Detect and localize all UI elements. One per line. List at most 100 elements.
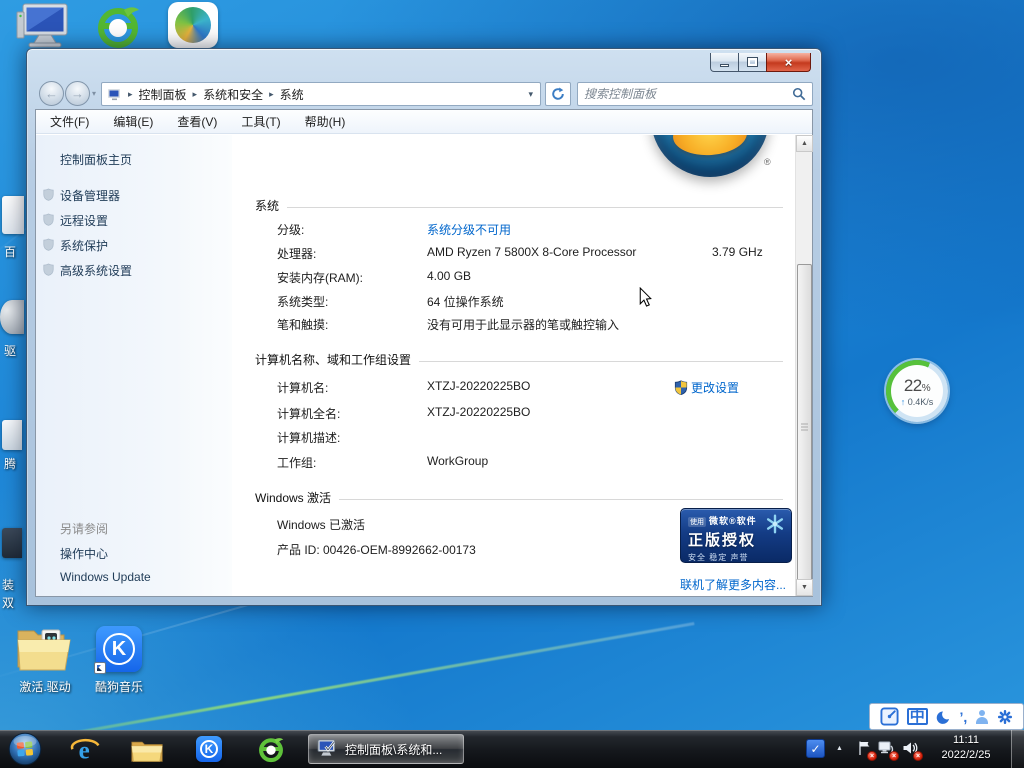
- minimize-button[interactable]: [710, 53, 739, 72]
- desktop-icon-fragment[interactable]: [2, 196, 24, 234]
- menu-file[interactable]: 文件(F): [50, 113, 89, 130]
- activation-status: Windows 已激活: [277, 516, 365, 533]
- sidebar-item-system-protection[interactable]: 系统保护: [36, 237, 226, 254]
- ime-logo-icon[interactable]: [880, 707, 899, 726]
- menu-edit[interactable]: 编辑(E): [113, 113, 153, 130]
- desktop-icon-kugou[interactable]: K 酷狗音乐: [84, 624, 154, 696]
- taskbar-clock[interactable]: 11:11 2022/2/25: [928, 733, 1004, 763]
- desktop-icon-driver-folder[interactable]: 激活.驱动: [6, 624, 84, 696]
- ime-punctuation-button[interactable]: ’,: [960, 709, 968, 725]
- search-icon[interactable]: [792, 87, 806, 101]
- sidebar-item-advanced-settings[interactable]: 高级系统设置: [36, 262, 226, 279]
- 360-browser-icon: [257, 735, 285, 763]
- kugou-icon: K: [96, 626, 142, 672]
- forward-button[interactable]: →: [65, 81, 90, 106]
- maximize-icon: [748, 58, 757, 66]
- taskbar-360-browser-button[interactable]: [257, 735, 285, 763]
- ime-chinese-mode-button[interactable]: 中: [907, 708, 928, 725]
- desktop-icon-360-browser[interactable]: [94, 4, 142, 48]
- sidebar-item-label: 系统保护: [60, 239, 108, 253]
- scrollbar-grip: [801, 424, 808, 431]
- taskbar-explorer-button[interactable]: [131, 738, 163, 763]
- taskbar-active-task-control-panel[interactable]: 控制面板\系统和...: [308, 734, 464, 764]
- back-button[interactable]: ←: [39, 81, 64, 106]
- taskbar-ie-button[interactable]: e: [70, 735, 100, 765]
- desktop-icon-fragment[interactable]: [2, 528, 22, 558]
- menu-help[interactable]: 帮助(H): [305, 113, 346, 130]
- network-speed-ball[interactable]: 22% ↑ 0.4K/s: [886, 360, 948, 422]
- desktop-icon-fragment[interactable]: [2, 420, 22, 450]
- change-settings-label: 更改设置: [691, 379, 739, 396]
- ime-settings-gear-icon[interactable]: [997, 709, 1013, 725]
- change-settings-link[interactable]: 更改设置: [674, 379, 739, 396]
- active-task-label: 控制面板\系统和...: [345, 741, 442, 758]
- address-dropdown-icon[interactable]: ▾: [526, 89, 535, 100]
- rating-link[interactable]: 系统分级不可用: [427, 221, 511, 238]
- desktop-icon-computer[interactable]: [16, 2, 70, 48]
- uac-shield-icon: [43, 238, 54, 251]
- control-panel-icon: [107, 88, 122, 101]
- tray-expand-icon[interactable]: ▲: [836, 745, 843, 752]
- learn-more-online-link[interactable]: 联机了解更多内容...: [680, 576, 786, 593]
- product-id: 产品 ID: 00426-OEM-8992662-00173: [277, 541, 476, 558]
- window-controls: ×: [710, 53, 811, 72]
- breadcrumb-control-panel[interactable]: 控制面板: [139, 86, 187, 103]
- badge-brand-label: 微软®软件: [709, 514, 757, 527]
- internet-explorer-icon: e: [70, 735, 100, 765]
- address-bar[interactable]: ▸ 控制面板 ▸ 系统和安全 ▸ 系统 ▾: [101, 82, 541, 106]
- ime-user-mode-icon[interactable]: [975, 710, 989, 724]
- sidebar-item-action-center[interactable]: 操作中心: [36, 545, 226, 562]
- breadcrumb-separator-icon: ▸: [269, 89, 274, 100]
- start-button[interactable]: [8, 732, 42, 766]
- see-also-header: 另请参阅: [36, 520, 226, 537]
- close-button[interactable]: ×: [766, 53, 811, 72]
- network-status-icon[interactable]: ×: [878, 740, 896, 758]
- desktop-icon-app-tile[interactable]: [168, 2, 218, 48]
- row-label: 笔和触摸:: [277, 316, 328, 333]
- upload-arrow-icon: ↑: [901, 397, 906, 407]
- desktop: 百 驱 腾 装 双 激活.驱动 K 酷狗音乐 22% ↑ 0.4K/s: [0, 0, 1024, 768]
- desktop-icon-fragment-label: 百: [4, 243, 16, 260]
- menu-view[interactable]: 查看(V): [177, 113, 217, 130]
- taskbar-kugou-button[interactable]: K: [196, 736, 222, 762]
- menu-tools[interactable]: 工具(T): [241, 113, 280, 130]
- sidebar-item-device-manager[interactable]: 设备管理器: [36, 187, 226, 204]
- scrollbar-thumb[interactable]: [797, 264, 812, 590]
- desktop-icon-label: 激活.驱动: [6, 678, 84, 695]
- search-box: [577, 82, 813, 106]
- genuine-star-icon: [764, 513, 786, 538]
- ime-language-bar: 中 ’,: [869, 703, 1024, 730]
- refresh-button[interactable]: [545, 82, 571, 106]
- sidebar-item-home[interactable]: 控制面板主页: [36, 151, 226, 168]
- close-icon: ×: [785, 55, 793, 70]
- kugou-icon: K: [196, 736, 222, 762]
- volume-muted-icon[interactable]: ×: [902, 740, 920, 758]
- row-full-computer-name: 计算机全名: XTZJ-20220225BO: [232, 405, 795, 421]
- breadcrumb-separator-icon: ▸: [128, 89, 133, 100]
- ime-fullwidth-moon-icon[interactable]: [936, 709, 952, 725]
- desktop-icon-fragment-label: 双: [2, 594, 14, 611]
- row-rating: 分级: 系统分级不可用: [232, 221, 795, 237]
- refresh-icon: [551, 87, 565, 101]
- maximize-button[interactable]: [739, 53, 766, 72]
- row-value: AMD Ryzen 7 5800X 8-Core Processor: [427, 245, 636, 259]
- recent-pages-dropdown[interactable]: ▾: [92, 89, 96, 98]
- breadcrumb-system-security[interactable]: 系统和安全: [203, 86, 263, 103]
- sidebar-item-windows-update[interactable]: Windows Update: [36, 570, 226, 584]
- row-value: XTZJ-20220225BO: [427, 379, 530, 393]
- desktop-icon-fragment[interactable]: [0, 300, 24, 334]
- sidebar-item-label: 高级系统设置: [60, 264, 132, 278]
- scroll-up-button[interactable]: ▲: [796, 135, 813, 152]
- breadcrumb-system[interactable]: 系统: [280, 86, 304, 103]
- clock-date: 2022/2/25: [928, 748, 1004, 763]
- navigation-bar: ← → ▾ ▸ 控制面板 ▸ 系统和安全 ▸ 系统 ▾: [27, 77, 821, 111]
- badge-tagline: 安全 稳定 声誉: [688, 552, 784, 563]
- uac-shield-icon: [43, 213, 54, 226]
- scroll-down-button[interactable]: ▼: [796, 579, 813, 596]
- action-center-flag-icon[interactable]: ×: [856, 740, 874, 758]
- show-desktop-button[interactable]: [1011, 730, 1024, 768]
- vertical-scrollbar[interactable]: ▲ ▼: [795, 135, 812, 596]
- search-input[interactable]: [584, 87, 792, 101]
- sidebar-item-remote-settings[interactable]: 远程设置: [36, 212, 226, 229]
- tray-app-icon[interactable]: ✓: [806, 739, 825, 758]
